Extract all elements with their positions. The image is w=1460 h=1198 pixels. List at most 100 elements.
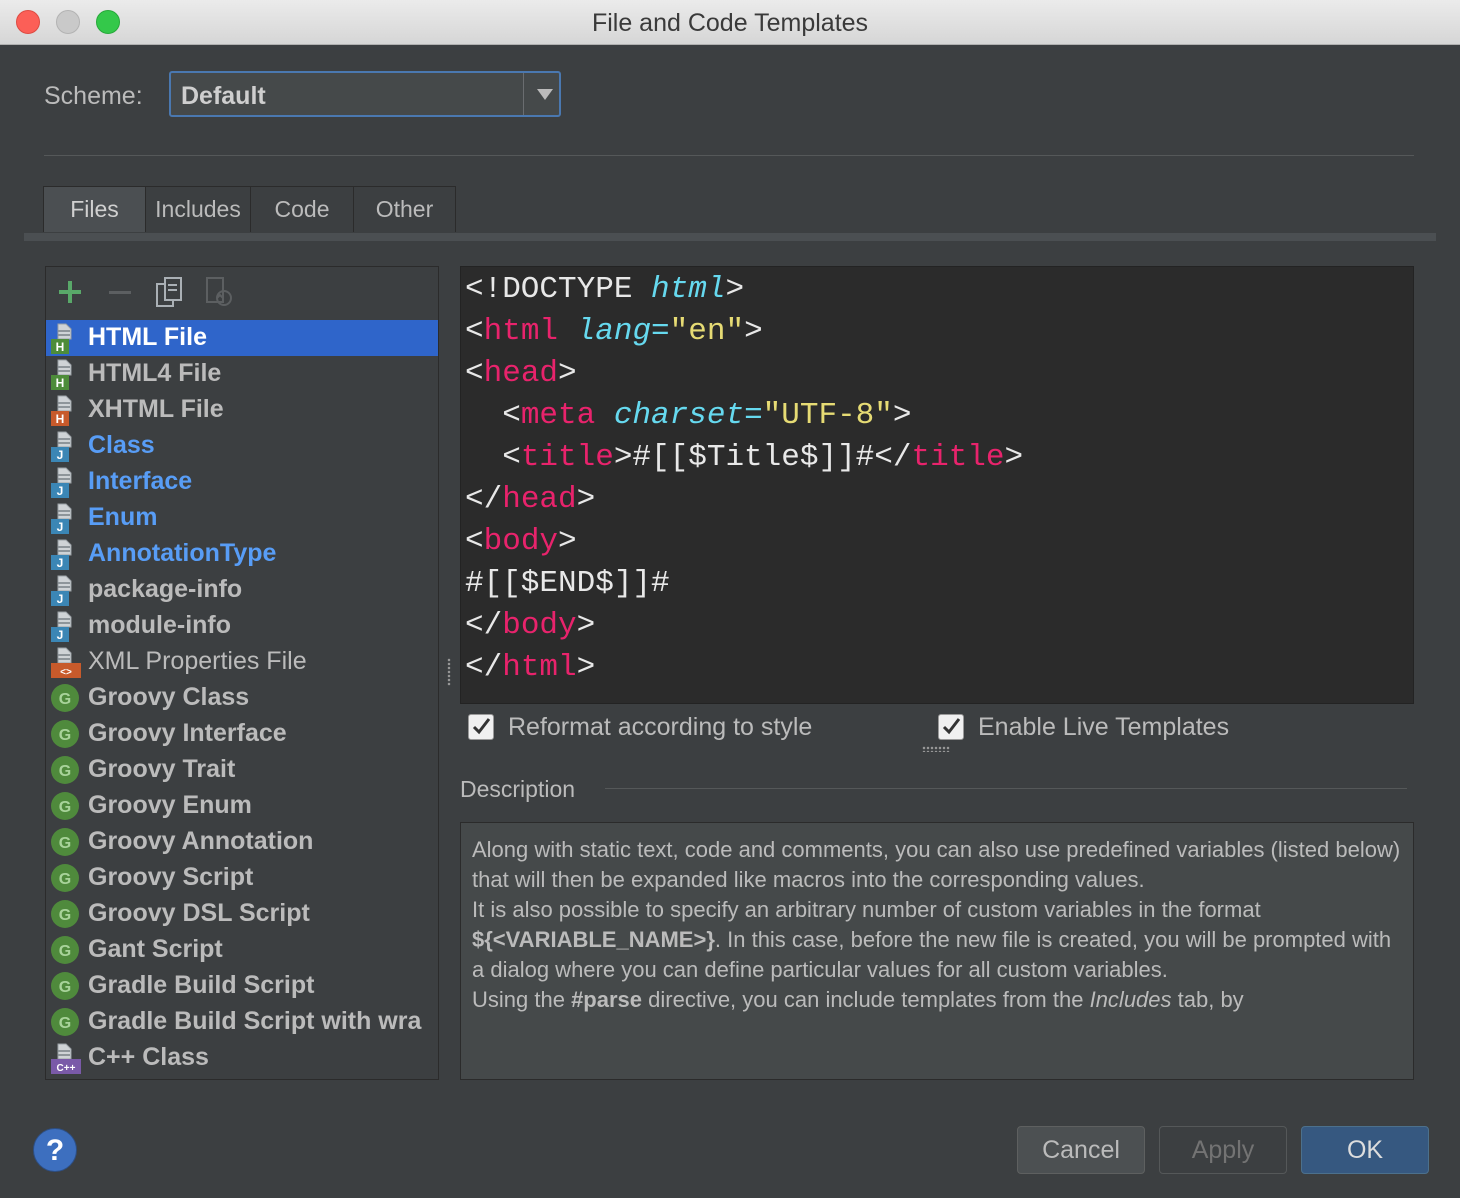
tab-bar: Files Includes Code Other xyxy=(43,186,456,234)
groovy-icon: G xyxy=(50,899,80,929)
template-list-item-label: Groovy Class xyxy=(88,683,250,711)
reformat-label[interactable]: Reformat according to style xyxy=(508,713,812,742)
template-list-item[interactable]: H HTML4 File xyxy=(46,356,438,392)
groovy-icon: G xyxy=(50,827,80,857)
reset-icon[interactable] xyxy=(204,276,236,315)
reformat-checkbox[interactable] xyxy=(468,714,494,740)
checkmark-icon xyxy=(472,718,491,735)
tab-includes[interactable]: Includes xyxy=(145,186,251,232)
template-list-item-label: XML Properties File xyxy=(88,647,307,675)
variable-syntax: ${<VARIABLE_NAME>} xyxy=(472,927,715,952)
description-paragraph: directive, you can include templates fro… xyxy=(642,987,1090,1012)
parse-directive: #parse xyxy=(571,987,643,1012)
svg-text:G: G xyxy=(59,1015,71,1032)
template-list-item-label: Class xyxy=(88,431,155,459)
code-token: < xyxy=(465,440,521,475)
template-list-item[interactable]: <> XML Properties File xyxy=(46,644,438,680)
code-token: body xyxy=(483,524,559,559)
template-list-item-label: Groovy Trait xyxy=(88,755,236,783)
tab-other[interactable]: Other xyxy=(353,186,456,232)
template-list-item-label: Groovy Annotation xyxy=(88,827,314,855)
template-list-item-label: Groovy Script xyxy=(88,863,254,891)
plus-icon[interactable] xyxy=(56,276,84,313)
groovy-icon: G xyxy=(50,971,80,1001)
template-list-item-label: Gradle Build Script xyxy=(88,971,315,999)
template-list-item[interactable]: G Groovy Class xyxy=(46,680,438,716)
code-token: > xyxy=(576,482,596,517)
template-list-item-label: Groovy Enum xyxy=(88,791,252,819)
code-token: title xyxy=(911,440,1005,475)
template-editor[interactable]: <!DOCTYPE html> <html lang="en"> <head> … xyxy=(460,266,1414,704)
template-list-item[interactable]: C++ C++ Class xyxy=(46,1040,438,1076)
template-list-item[interactable]: G Groovy Interface xyxy=(46,716,438,752)
template-list-item[interactable]: G Gradle Build Script xyxy=(46,968,438,1004)
svg-text:H: H xyxy=(56,412,65,426)
template-list-item[interactable]: J Class xyxy=(46,428,438,464)
description-paragraph: It is also possible to specify an arbitr… xyxy=(472,897,1261,922)
template-list-item[interactable]: J Enum xyxy=(46,500,438,536)
code-token: > xyxy=(892,398,912,433)
window-title: File and Code Templates xyxy=(591,9,869,37)
groovy-icon: G xyxy=(50,935,80,965)
svg-text:G: G xyxy=(59,691,71,708)
scheme-dropdown[interactable]: Default xyxy=(169,71,561,117)
code-token: > xyxy=(558,524,577,559)
template-list-item[interactable]: G Groovy Enum xyxy=(46,788,438,824)
java-file-icon: J xyxy=(50,467,80,498)
template-list-item[interactable]: G Groovy Annotation xyxy=(46,824,438,860)
template-list-item[interactable]: G Gradle Build Script with wra xyxy=(46,1004,438,1040)
template-code[interactable]: <!DOCTYPE html> <html lang="en"> <head> … xyxy=(465,269,1023,689)
copy-icon[interactable] xyxy=(154,276,186,315)
description-text: Along with static text, code and comment… xyxy=(472,835,1408,1015)
description-panel[interactable]: Along with static text, code and comment… xyxy=(460,822,1414,1080)
template-list-item-label: C++ Class xyxy=(88,1043,209,1071)
template-list-item-label: package-info xyxy=(88,575,243,603)
groovy-icon: G xyxy=(50,1007,80,1037)
code-token: head xyxy=(502,482,577,517)
groovy-icon: G xyxy=(50,683,80,713)
help-button[interactable]: ? xyxy=(33,1128,77,1172)
template-list-item-label: AnnotationType xyxy=(88,539,277,567)
code-token: </ xyxy=(465,482,503,517)
code-token: html xyxy=(651,272,726,307)
code-token: < xyxy=(465,356,484,391)
tab-underline xyxy=(24,233,1436,241)
template-list-item[interactable]: J AnnotationType xyxy=(46,536,438,572)
svg-text:J: J xyxy=(57,448,64,462)
template-list-item[interactable]: Jpackage-info xyxy=(46,572,438,608)
splitter-handle[interactable] xyxy=(447,658,451,686)
template-list-item[interactable]: G Gant Script xyxy=(46,932,438,968)
live-templates-checkbox[interactable] xyxy=(938,714,964,740)
java-file-icon: J xyxy=(50,611,80,642)
tab-code[interactable]: Code xyxy=(250,186,354,232)
tab-files[interactable]: Files xyxy=(43,186,146,232)
code-token: </ xyxy=(465,608,503,643)
svg-text:C++: C++ xyxy=(57,1063,76,1074)
template-list-item[interactable]: G Groovy DSL Script xyxy=(46,896,438,932)
template-list-item-label: HTML4 File xyxy=(88,359,222,387)
template-list-item[interactable]: H HTML File xyxy=(46,320,438,356)
live-templates-label[interactable]: Enable Live Templates xyxy=(978,713,1229,742)
code-token: > xyxy=(744,314,763,349)
template-list-item[interactable]: G Groovy Script xyxy=(46,860,438,896)
svg-text:G: G xyxy=(59,799,71,816)
groovy-icon: G xyxy=(50,719,80,749)
template-list-item[interactable]: G Groovy Trait xyxy=(46,752,438,788)
cancel-button[interactable]: Cancel xyxy=(1017,1126,1145,1174)
java-file-icon: J xyxy=(50,431,80,462)
code-token: > xyxy=(1004,440,1024,475)
svg-text:J: J xyxy=(57,484,64,498)
minus-icon[interactable] xyxy=(106,276,134,313)
apply-button[interactable]: Apply xyxy=(1159,1126,1287,1174)
template-list-item[interactable]: Jmodule-info xyxy=(46,608,438,644)
template-list-item[interactable]: J Interface xyxy=(46,464,438,500)
splitter-handle[interactable] xyxy=(922,746,950,752)
svg-text:G: G xyxy=(59,943,71,960)
chevron-down-icon[interactable] xyxy=(537,89,553,100)
ok-button[interactable]: OK xyxy=(1301,1126,1429,1174)
scheme-label: Scheme: xyxy=(44,82,143,110)
template-list-item[interactable]: H XHTML File xyxy=(46,392,438,428)
svg-text:G: G xyxy=(59,763,71,780)
